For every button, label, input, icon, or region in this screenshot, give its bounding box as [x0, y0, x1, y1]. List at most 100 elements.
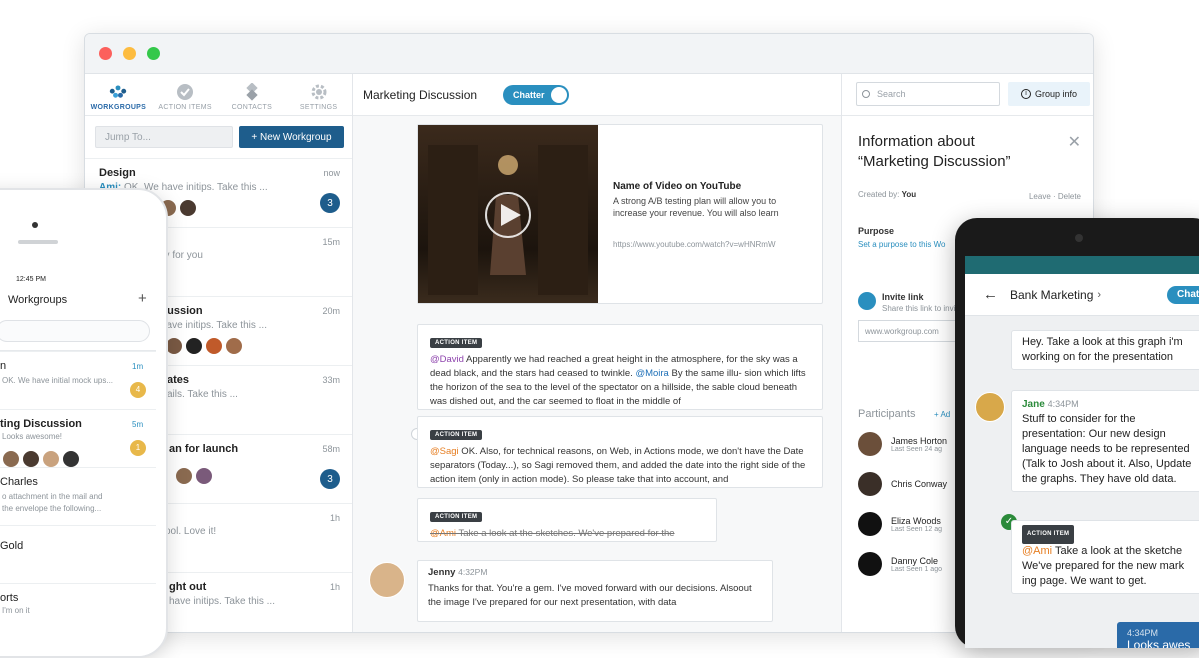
message-text: Stuff to consider for the presentation: …: [1022, 413, 1192, 485]
nav-settings[interactable]: SETTINGS: [285, 74, 352, 115]
info-icon: i: [1020, 89, 1031, 99]
iphone-device: 12:45 PM Workgroups + n 1m OK. We have i…: [0, 188, 168, 658]
info-title-line: “Marketing Discussion”: [858, 153, 1011, 170]
action-item-card-completed[interactable]: ACTION ITEM @Ami Take a look at the sket…: [417, 498, 717, 542]
list-item[interactable]: Charles o attachment in the mail and the…: [0, 467, 156, 525]
created-by-label: Created by:: [858, 190, 900, 199]
created-by: Created by: You: [858, 190, 916, 199]
checkmark-icon: [176, 83, 194, 101]
gear-icon: [310, 83, 328, 101]
search-input[interactable]: Search: [856, 82, 1000, 106]
message-meta: Jane 4:34PM: [1022, 397, 1199, 412]
avatar: [195, 467, 213, 485]
nav-contacts[interactable]: CONTACTS: [219, 74, 286, 115]
participant-last-seen: Last Seen 1 ago: [891, 565, 942, 573]
list-item[interactable]: n 1m OK. We have initial mock ups... 4: [0, 351, 156, 409]
close-window-button[interactable]: [99, 47, 112, 60]
participant-name: James Horton: [891, 435, 948, 446]
avatar: [42, 450, 60, 468]
mention[interactable]: @Ami: [430, 528, 456, 539]
chat-toggle[interactable]: Chat: [1167, 286, 1199, 304]
action-item-tag: ACTION ITEM: [1022, 525, 1075, 544]
close-icon[interactable]: ✕: [1068, 132, 1081, 152]
add-icon[interactable]: +: [138, 290, 147, 307]
new-workgroup-button[interactable]: + New Workgroup: [239, 126, 344, 148]
participant-row[interactable]: James Horton Last Seen 24 ag: [858, 430, 947, 458]
video-title[interactable]: Name of Video on YouTube: [613, 181, 741, 192]
iphone-title: Workgroups: [8, 294, 68, 306]
android-app-bar: ← Bank Marketing › Chat: [965, 274, 1199, 316]
chatter-toggle[interactable]: Chatter: [503, 84, 570, 105]
back-arrow-icon[interactable]: ←: [983, 286, 998, 303]
video-thumbnail: [418, 125, 598, 303]
mention[interactable]: @Sagi: [430, 446, 459, 457]
message-author: Jane: [1022, 399, 1045, 410]
contacts-icon: [243, 83, 261, 101]
unread-badge: 4: [130, 382, 146, 398]
list-item[interactable]: orts I'm on it: [0, 583, 156, 641]
list-item[interactable]: Gold: [0, 525, 156, 583]
avatar: [225, 337, 243, 355]
workgroup-name: Design: [99, 167, 136, 179]
message-text: Thanks for that. You're a gem. I've move…: [428, 583, 752, 608]
jump-to-input[interactable]: Jump To...: [95, 126, 233, 148]
list-item-name: n: [0, 360, 7, 372]
info-title: Information about “Marketing Discussion”: [858, 132, 1011, 172]
top-nav: WORKGROUPS ACTION ITEMS CONTACTS SETTING…: [85, 74, 352, 116]
avatar: [858, 472, 882, 496]
participant-last-seen: Last Seen 24 ag: [891, 445, 942, 453]
chatter-toggle-label: Chatter: [513, 89, 545, 100]
toggle-knob: [551, 86, 568, 103]
video-url[interactable]: https://www.youtube.com/watch?v=wHNRmW: [613, 240, 776, 249]
participant-details: Eliza Woods Last Seen 12 ag: [891, 516, 942, 533]
mention[interactable]: @David: [430, 354, 464, 365]
iphone-speaker: [18, 240, 58, 244]
invite-url-field[interactable]: www.workgroup.com: [858, 320, 968, 342]
video-description: A strong A/B testing plan will allow you…: [613, 196, 779, 218]
avatar: [185, 337, 203, 355]
message-time: 4:34PM: [1047, 399, 1079, 409]
unread-badge: 1: [130, 440, 146, 456]
list-item-time: 5m: [132, 420, 144, 429]
message-feed: Name of Video on YouTube A strong A/B te…: [353, 116, 841, 632]
participant-name: Chris Conway: [891, 479, 948, 489]
chat-message: Jenny 4:32PM Thanks for that. You're a g…: [417, 560, 773, 622]
action-item-card[interactable]: ACTION ITEM @Sagi OK. Also, for technica…: [417, 416, 823, 488]
action-item-card[interactable]: ACTION ITEM @Ami Take a look at the sket…: [1011, 520, 1199, 594]
add-participant-link[interactable]: + Ad: [934, 410, 950, 419]
unread-badge: 3: [320, 193, 340, 213]
avatar: [22, 450, 40, 468]
nav-workgroups[interactable]: WORKGROUPS: [85, 74, 152, 115]
nav-contacts-label: CONTACTS: [231, 104, 273, 111]
workgroup-time: 20m: [322, 306, 340, 316]
video-card[interactable]: Name of Video on YouTube A strong A/B te…: [417, 124, 823, 304]
group-info-button[interactable]: i Group info: [1008, 82, 1090, 106]
minimize-window-button[interactable]: [123, 47, 136, 60]
avatar: [975, 392, 1005, 422]
android-title[interactable]: Bank Marketing: [1010, 288, 1093, 302]
nav-action-items[interactable]: ACTION ITEMS: [152, 74, 219, 115]
participant-row[interactable]: Eliza Woods Last Seen 12 ag: [858, 510, 942, 538]
leave-delete-links[interactable]: Leave · Delete: [1029, 192, 1081, 201]
list-item-preview: I'm on it: [2, 606, 30, 615]
participant-row[interactable]: Chris Conway: [858, 470, 947, 498]
list-item[interactable]: ting Discussion 5m Looks awesome! 1: [0, 409, 156, 468]
message-meta: Jenny 4:32PM: [428, 567, 762, 578]
participant-row[interactable]: Danny Cole Last Seen 1 ago: [858, 550, 942, 578]
message-author: Jenny: [428, 567, 456, 578]
iphone-list: n 1m OK. We have initial mock ups... 4 t…: [0, 350, 156, 656]
conversation-header: Marketing Discussion Chatter: [353, 74, 841, 116]
action-item-text: @David Apparently we had reached a great…: [430, 353, 810, 409]
message-text: Take a look at the sketches. We've prepa…: [456, 528, 675, 539]
mention[interactable]: @Ami: [1022, 545, 1052, 557]
set-purpose-link[interactable]: Set a purpose to this Wo: [858, 240, 945, 249]
action-item-tag: ACTION ITEM: [430, 512, 483, 522]
chevron-right-icon: ›: [1097, 288, 1102, 301]
mention[interactable]: @Moira: [635, 368, 668, 379]
info-title-line: Information about: [858, 133, 975, 150]
workgroup-time: now: [323, 168, 340, 178]
action-item-card[interactable]: ACTION ITEM @David Apparently we had rea…: [417, 324, 823, 410]
maximize-window-button[interactable]: [147, 47, 160, 60]
iphone-search-input[interactable]: [0, 320, 150, 342]
action-item-tag: ACTION ITEM: [430, 338, 483, 348]
